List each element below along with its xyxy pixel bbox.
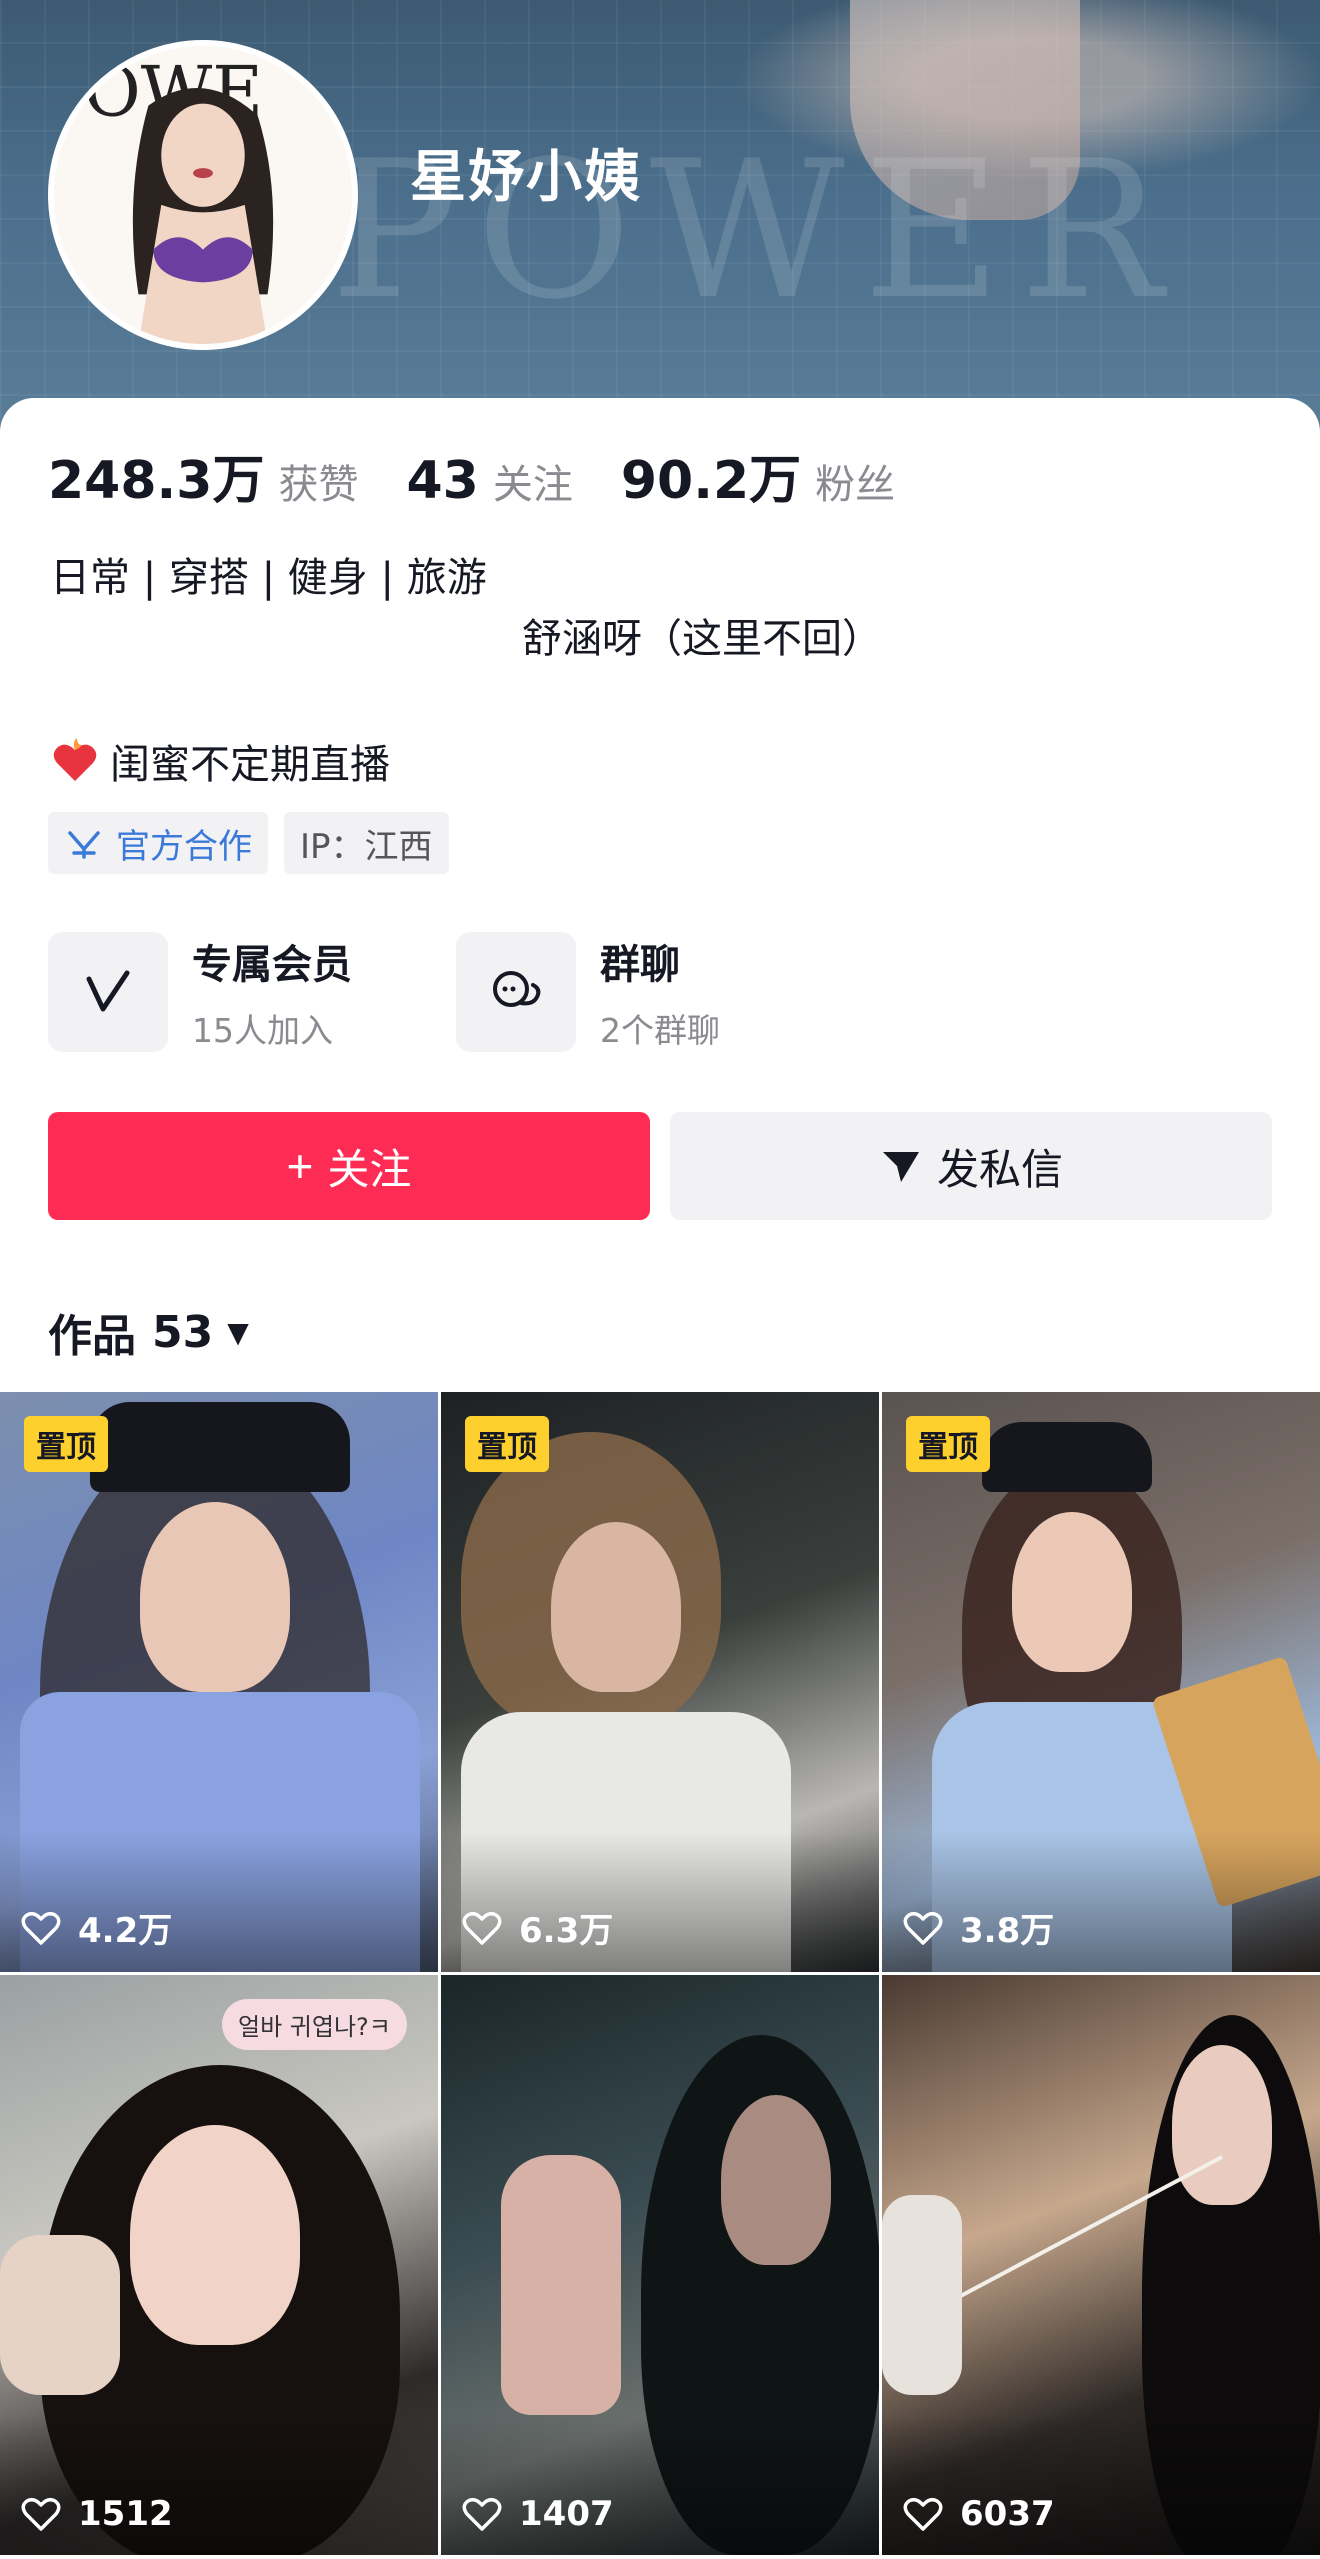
heart-outline-icon bbox=[903, 1911, 943, 1945]
chat-bubble-icon bbox=[493, 971, 541, 1007]
follow-button[interactable]: + 关注 bbox=[48, 1112, 650, 1220]
profile-chips: 官方合作 IP：江西 bbox=[48, 812, 465, 874]
feature-icon-box bbox=[456, 932, 576, 1052]
like-count-value: 6.3万 bbox=[519, 1911, 614, 1951]
stat-likes[interactable]: 248.3万 获赞 bbox=[48, 438, 358, 513]
like-count: 4.2万 bbox=[20, 1903, 172, 1952]
avatar[interactable]: OWE bbox=[48, 40, 358, 350]
video-tile[interactable]: 置顶 6.3万 bbox=[441, 1392, 879, 1972]
bio-tags: 日常 | 穿搭 | 健身 | 旅游 bbox=[50, 555, 487, 601]
video-tile[interactable]: 얼바 귀엽나?ㅋ 1512 bbox=[0, 1975, 438, 2555]
video-tile[interactable]: 置顶 3.8万 bbox=[882, 1392, 1320, 1972]
feature-icon-box bbox=[48, 932, 168, 1052]
video-tile[interactable]: 置顶 4.2万 bbox=[0, 1392, 438, 1972]
like-count: 1512 bbox=[20, 2493, 173, 2535]
stat-label: 关注 bbox=[492, 462, 573, 508]
member-entry[interactable]: 专属会员 15人加入 bbox=[48, 932, 456, 1052]
bio-live: 闺蜜不定期直播 bbox=[50, 732, 390, 790]
stat-following[interactable]: 43 关注 bbox=[406, 451, 572, 511]
avatar-illustration: OWE bbox=[54, 46, 352, 344]
ip-location-chip: IP：江西 bbox=[284, 812, 449, 874]
stat-value: 43 bbox=[406, 451, 479, 511]
heart-outline-icon bbox=[21, 1911, 61, 1945]
works-tab[interactable]: 作品 53 ▼ bbox=[48, 1300, 249, 1364]
feature-entries: 专属会员 15人加入 群聊 2个群聊 bbox=[48, 932, 864, 1052]
message-button[interactable]: 发私信 bbox=[670, 1112, 1272, 1220]
stats-row: 248.3万 获赞 43 关注 90.2万 粉丝 bbox=[48, 438, 943, 513]
heart-outline-icon bbox=[462, 1911, 502, 1945]
video-tile[interactable]: 1407 bbox=[441, 1975, 879, 2555]
member-subtitle: 15人加入 bbox=[192, 1011, 333, 1050]
ip-chip-label: IP：江西 bbox=[300, 826, 433, 867]
follow-label: 关注 bbox=[327, 1145, 412, 1193]
stat-value: 90.2万 bbox=[620, 451, 802, 511]
like-count: 6.3万 bbox=[461, 1903, 613, 1952]
like-count: 6037 bbox=[902, 2493, 1055, 2535]
like-count-value: 3.8万 bbox=[960, 1911, 1055, 1951]
like-count-value: 1407 bbox=[519, 2494, 614, 2534]
video-tile[interactable]: 6037 bbox=[882, 1975, 1320, 2555]
dropdown-triangle-icon: ▼ bbox=[227, 1315, 249, 1349]
stat-label: 获赞 bbox=[278, 462, 359, 508]
pinned-badge: 置顶 bbox=[465, 1416, 549, 1472]
heart-outline-icon bbox=[21, 2497, 61, 2531]
bio-line: 舒涵呀（这里不回） bbox=[522, 616, 882, 662]
group-chat-entry[interactable]: 群聊 2个群聊 bbox=[456, 932, 864, 1052]
send-icon bbox=[882, 1152, 919, 1182]
official-cooperation-chip[interactable]: 官方合作 bbox=[48, 812, 268, 874]
stat-value: 248.3万 bbox=[48, 451, 265, 511]
official-chip-label: 官方合作 bbox=[116, 826, 252, 867]
like-count-value: 4.2万 bbox=[78, 1911, 173, 1951]
works-count: 53 bbox=[152, 1306, 214, 1358]
like-count: 1407 bbox=[461, 2493, 614, 2535]
member-title: 专属会员 bbox=[192, 942, 352, 988]
message-label: 发私信 bbox=[936, 1145, 1063, 1193]
heart-outline-icon bbox=[903, 2497, 943, 2531]
group-chat-subtitle: 2个群聊 bbox=[600, 1011, 720, 1050]
pinned-badge: 置顶 bbox=[24, 1416, 108, 1472]
plus-icon: + bbox=[286, 1140, 314, 1192]
like-count-value: 6037 bbox=[960, 2494, 1055, 2534]
v-member-icon bbox=[86, 970, 130, 1012]
video-sticker-text: 얼바 귀엽나?ㅋ bbox=[222, 1999, 407, 2050]
like-count-value: 1512 bbox=[78, 2494, 173, 2534]
video-grid: 置顶 4.2万 置顶 6.3万 置顶 3.8万 얼바 귀엽나?ㅋ 1512 14… bbox=[0, 1392, 1320, 2559]
cooperation-icon bbox=[68, 831, 100, 859]
bio-live-text: 闺蜜不定期直播 bbox=[110, 742, 390, 788]
stat-label: 粉丝 bbox=[815, 462, 896, 508]
group-chat-title: 群聊 bbox=[600, 942, 680, 988]
pinned-badge: 置顶 bbox=[906, 1416, 990, 1472]
username: 星妤小姨 bbox=[410, 145, 642, 210]
stat-followers[interactable]: 90.2万 粉丝 bbox=[621, 438, 895, 513]
works-label: 作品 bbox=[48, 1311, 136, 1362]
fire-heart-icon bbox=[53, 738, 97, 781]
heart-outline-icon bbox=[462, 2497, 502, 2531]
like-count: 3.8万 bbox=[902, 1903, 1054, 1952]
